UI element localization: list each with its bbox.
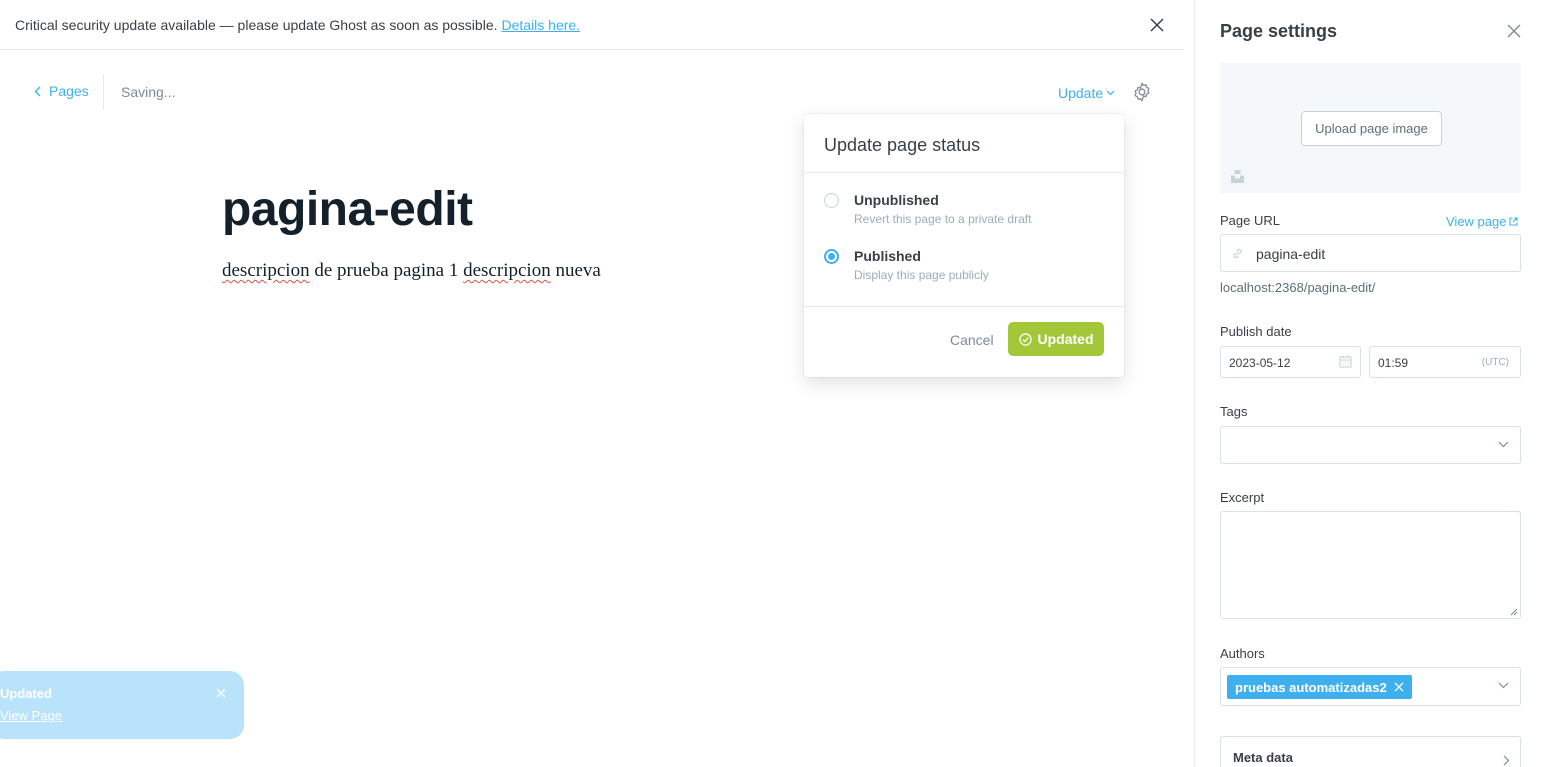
meta-data-label: Meta data	[1233, 750, 1293, 765]
resize-handle-icon[interactable]	[1510, 608, 1518, 616]
cancel-button[interactable]: Cancel	[950, 332, 994, 348]
close-icon[interactable]	[1507, 24, 1521, 38]
body-word: descripcion	[463, 260, 551, 281]
option-description: Display this page publicly	[854, 268, 989, 282]
saving-status: Saving...	[121, 84, 176, 100]
popover-title: Update page status	[824, 135, 981, 155]
body-word: descripcion	[222, 260, 310, 281]
option-description: Revert this page to a private draft	[854, 212, 1032, 226]
view-page-link[interactable]: View page	[1446, 214, 1519, 229]
gear-icon[interactable]	[1131, 81, 1153, 103]
check-circle-icon	[1018, 332, 1032, 346]
option-label: Published	[854, 248, 921, 264]
page-url-value: pagina-edit	[1256, 246, 1326, 262]
excerpt-textarea[interactable]	[1220, 511, 1521, 619]
option-label: Unpublished	[854, 192, 939, 208]
upload-page-image-button[interactable]: Upload page image	[1301, 111, 1442, 146]
page-url-label: Page URL	[1220, 213, 1280, 228]
remove-author-button[interactable]	[1394, 682, 1404, 692]
tags-label: Tags	[1220, 404, 1248, 419]
toast-title: Updated	[0, 686, 52, 701]
author-chip: pruebas automatizadas2	[1227, 675, 1412, 699]
tags-select[interactable]	[1220, 426, 1521, 464]
page-title[interactable]: pagina-edit	[222, 182, 473, 237]
page-url-input[interactable]: pagina-edit	[1220, 234, 1521, 272]
radio-published[interactable]	[824, 249, 839, 264]
updated-button-label: Updated	[1037, 331, 1094, 347]
publish-date-label: Publish date	[1220, 324, 1292, 339]
banner-details-link[interactable]: Details here.	[502, 17, 581, 33]
update-status-popover: Update page status Unpublished Revert th…	[804, 114, 1124, 377]
external-link-icon	[1509, 217, 1519, 226]
chevron-down-icon	[1498, 682, 1509, 689]
publish-time-input[interactable]: 01:59 (UTC)	[1369, 346, 1521, 378]
publish-date-input[interactable]: 2023-05-12	[1220, 346, 1361, 378]
back-label: Pages	[49, 83, 89, 99]
updated-toast: Updated View Page	[0, 671, 244, 739]
authors-label: Authors	[1220, 646, 1265, 661]
settings-title: Page settings	[1220, 21, 1338, 41]
page-body[interactable]: descripcion de prueba pagina 1 descripci…	[222, 260, 601, 282]
body-text: de prueba pagina 1	[309, 260, 464, 281]
page-image-area: Upload page image	[1220, 63, 1521, 193]
chevron-left-icon	[34, 86, 41, 96]
publish-time-value: 01:59	[1378, 356, 1409, 370]
meta-data-row[interactable]: Meta data	[1220, 736, 1521, 767]
unsplash-icon[interactable]	[1230, 169, 1245, 184]
back-to-pages-link[interactable]: Pages	[34, 83, 89, 99]
authors-select[interactable]: pruebas automatizadas2	[1220, 667, 1521, 706]
publish-date-value: 2023-05-12	[1229, 356, 1291, 370]
author-name: pruebas automatizadas2	[1235, 679, 1387, 695]
calendar-icon[interactable]	[1339, 355, 1352, 368]
security-banner: Critical security update available — ple…	[0, 0, 1184, 50]
excerpt-label: Excerpt	[1220, 490, 1265, 505]
banner-message: Critical security update available — ple…	[15, 16, 498, 33]
chevron-down-icon	[1106, 90, 1115, 96]
body-text: nueva	[550, 260, 601, 281]
radio-unpublished[interactable]	[824, 193, 839, 208]
page-settings-panel: Page settings Upload page image Page URL…	[1194, 0, 1544, 767]
popover-divider	[804, 172, 1124, 173]
updated-button[interactable]: Updated	[1008, 322, 1104, 356]
update-dropdown-trigger[interactable]: Update	[1058, 85, 1115, 101]
page-url-preview: localhost:2368/pagina-edit/	[1220, 280, 1376, 295]
view-page-label: View page	[1446, 214, 1507, 229]
update-label: Update	[1058, 85, 1104, 101]
close-icon	[1150, 18, 1164, 32]
toast-view-page-link[interactable]: View Page	[0, 708, 62, 723]
chevron-down-icon	[1498, 441, 1509, 448]
link-icon	[1233, 248, 1242, 259]
close-icon	[1394, 682, 1404, 692]
popover-divider	[804, 306, 1124, 307]
timezone-label: (UTC)	[1481, 357, 1509, 368]
header-divider	[103, 74, 104, 110]
banner-close-button[interactable]	[1146, 14, 1168, 36]
close-icon[interactable]	[215, 687, 227, 699]
chevron-right-icon	[1503, 755, 1510, 766]
